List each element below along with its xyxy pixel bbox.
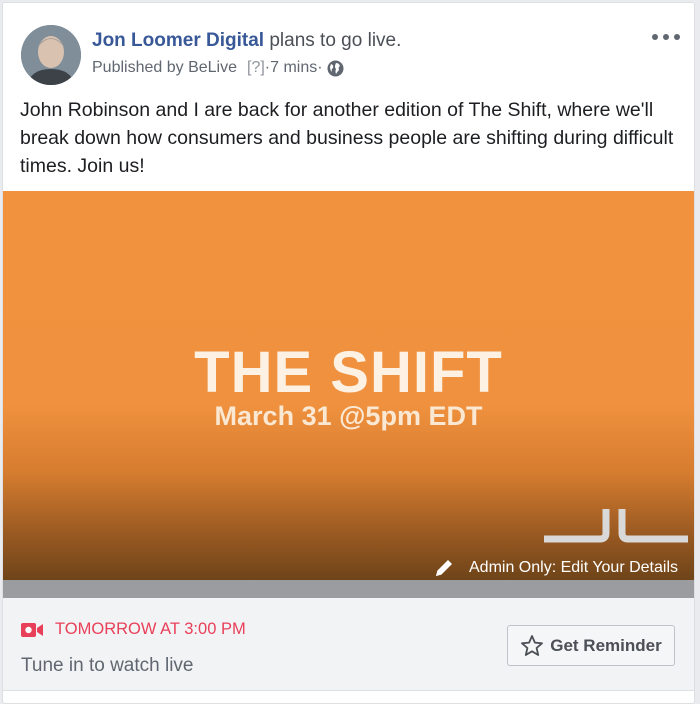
post-meta: Published by BeLive [?] · 7 mins ·: [92, 59, 344, 77]
schedule-text: TOMORROW AT 3:00 PM: [55, 620, 246, 638]
post-action-text: plans to go live.: [269, 30, 402, 51]
avatar-photo-icon: [21, 25, 81, 85]
more-options-button[interactable]: [652, 29, 680, 45]
live-schedule-footer: TOMORROW AT 3:00 PM Tune in to watch liv…: [3, 598, 694, 691]
published-by-label: Published by: [92, 59, 184, 76]
jl-logo-icon: [544, 509, 688, 543]
banner-date: March 31 @5pm EDT: [214, 401, 483, 431]
video-progress-bar: [3, 580, 694, 598]
tune-in-text: Tune in to watch live: [21, 655, 194, 676]
banner-title: THE SHIFT: [194, 340, 503, 405]
page-avatar[interactable]: [21, 25, 81, 85]
live-post-card: Jon Loomer Digital plans to go live. Pub…: [2, 2, 695, 704]
get-reminder-button[interactable]: Get Reminder: [507, 625, 675, 666]
post-header: Jon Loomer Digital plans to go live.: [92, 30, 401, 52]
more-horizontal-icon: [674, 34, 680, 40]
admin-edit-details-link[interactable]: Admin Only: Edit Your Details: [433, 557, 678, 579]
live-banner-image[interactable]: THE SHIFT March 31 @5pm EDT Admin Only: …: [3, 191, 694, 580]
admin-edit-label: Admin Only: Edit Your Details: [469, 559, 678, 576]
globe-icon[interactable]: [327, 60, 344, 77]
more-horizontal-icon: [652, 34, 658, 40]
meta-separator: ·: [317, 59, 323, 76]
post-body: John Robinson and I are back for another…: [20, 99, 674, 177]
get-reminder-label: Get Reminder: [550, 635, 662, 655]
timestamp-link[interactable]: 7 mins: [270, 59, 317, 77]
schedule-info: TOMORROW AT 3:00 PM: [21, 620, 246, 639]
more-horizontal-icon: [663, 34, 669, 40]
app-help-link[interactable]: [?]: [247, 59, 265, 77]
page-name-link[interactable]: Jon Loomer Digital: [92, 30, 264, 51]
pencil-icon: [436, 560, 452, 576]
app-name-link[interactable]: BeLive: [188, 59, 237, 77]
star-icon: [521, 634, 544, 656]
live-video-icon: [21, 622, 43, 637]
